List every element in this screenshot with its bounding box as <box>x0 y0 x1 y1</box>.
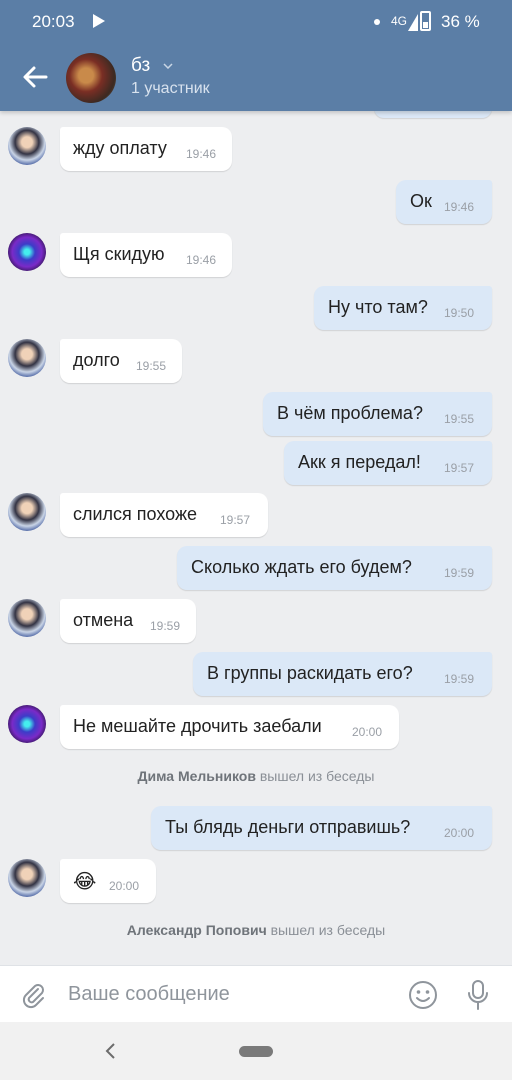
message-text: Щя скидую <box>73 244 165 264</box>
notification-dot-icon <box>374 19 380 25</box>
message-composer: Ваше сообщение <box>0 965 512 1023</box>
message-text: отмена <box>73 610 134 630</box>
chat-header: 20:03 4G 36 % бз 1 участник <box>0 0 512 111</box>
message-bubble-incoming[interactable]: жду оплату 19:46 <box>60 127 232 171</box>
system-event: Александр Попович вышел из беседы <box>0 922 512 938</box>
message-bubble-outgoing[interactable]: Ок 19:46 <box>396 180 492 224</box>
message-time: 19:50 <box>444 306 475 320</box>
message-input[interactable]: Ваше сообщение <box>68 983 230 1006</box>
sender-avatar[interactable] <box>8 705 46 743</box>
sender-avatar[interactable] <box>8 493 46 531</box>
message-bubble-incoming[interactable]: Щя скидую 19:46 <box>60 233 232 277</box>
chat-title[interactable]: бз <box>131 55 173 77</box>
message-bubble-outgoing[interactable]: В чём проблема? 19:55 <box>263 392 492 436</box>
message-text: В группы раскидать его? <box>207 663 413 683</box>
chat-members-count: 1 участник <box>131 80 210 97</box>
nav-back-icon[interactable] <box>104 1042 116 1060</box>
system-navigation-bar <box>0 1022 512 1080</box>
message-text: жду оплату <box>73 138 167 158</box>
message-text: Ок <box>410 191 432 211</box>
message-bubble-incoming[interactable]: слился похоже 19:57 <box>60 493 268 537</box>
message-time: 20:00 <box>352 725 383 739</box>
battery-percent: 36 % <box>441 12 480 31</box>
system-event: Дима Мельников вышел из беседы <box>0 768 512 784</box>
message-time: 19:46 <box>444 200 475 214</box>
back-arrow-icon[interactable] <box>20 62 50 92</box>
sender-avatar[interactable] <box>8 859 46 897</box>
attach-clip-icon[interactable] <box>20 981 48 1009</box>
message-bubble-outgoing[interactable]: Сколько ждать его будем? 19:59 <box>177 546 492 590</box>
sender-avatar[interactable] <box>8 339 46 377</box>
message-text: слился похоже <box>73 504 198 524</box>
message-bubble-outgoing[interactable]: Ну что там? 19:50 <box>314 286 492 330</box>
message-text: долго <box>73 350 120 370</box>
system-event-action: вышел из беседы <box>270 922 386 938</box>
message-bubble-incoming[interactable]: долго 19:55 <box>60 339 182 383</box>
message-text: Ты блядь деньги отправишь? <box>165 817 411 837</box>
message-time: 19:59 <box>444 566 475 580</box>
microphone-icon[interactable] <box>466 979 490 1011</box>
message-time: 19:57 <box>444 461 475 475</box>
system-event-name: Дима Мельников <box>137 768 256 784</box>
message-time: 19:59 <box>150 619 181 633</box>
status-time: 20:03 <box>32 12 75 31</box>
system-event-action: вышел из беседы <box>259 768 375 784</box>
message-bubble-incoming[interactable]: 😂 20:00 <box>60 859 156 903</box>
message-time: 19:55 <box>444 412 475 426</box>
chevron-down-icon <box>163 63 173 69</box>
message-text: 😂 <box>73 871 97 893</box>
message-bubble-incoming[interactable]: Не мешайте дрочить заебали 20:00 <box>60 705 399 749</box>
message-time: 19:46 <box>186 253 217 267</box>
sender-avatar[interactable] <box>8 233 46 271</box>
message-time: 19:59 <box>444 672 475 686</box>
message-time: 20:00 <box>109 879 140 893</box>
message-list[interactable]: жду оплату 19:46 Ок 19:46 Щя скидую 19:4… <box>0 0 512 965</box>
chat-title-text: бз <box>131 55 151 76</box>
status-bar: 20:03 4G 36 % <box>0 0 512 44</box>
message-bubble-outgoing[interactable]: Ты блядь деньги отправишь? 20:00 <box>151 806 492 850</box>
battery-icon <box>420 11 431 31</box>
message-time: 20:00 <box>444 826 475 840</box>
message-text: Не мешайте дрочить заебали <box>73 716 322 736</box>
nav-home-pill[interactable] <box>239 1046 273 1057</box>
message-time: 19:55 <box>136 359 167 373</box>
chat-avatar[interactable] <box>66 53 116 103</box>
message-text: В чём проблема? <box>277 403 423 423</box>
network-type: 4G <box>391 14 408 28</box>
message-bubble-incoming[interactable]: отмена 19:59 <box>60 599 196 643</box>
message-text: Акк я передал! <box>298 452 421 472</box>
message-time: 19:46 <box>186 147 217 161</box>
message-bubble-outgoing[interactable]: В группы раскидать его? 19:59 <box>193 652 492 696</box>
message-time: 19:57 <box>220 513 251 527</box>
message-text: Ну что там? <box>328 297 428 317</box>
media-play-icon <box>93 14 105 28</box>
emoji-smile-icon[interactable] <box>408 980 438 1010</box>
message-text: Сколько ждать его будем? <box>191 557 412 577</box>
system-event-name: Александр Попович <box>126 922 267 938</box>
sender-avatar[interactable] <box>8 599 46 637</box>
sender-avatar[interactable] <box>8 127 46 165</box>
message-bubble-outgoing[interactable]: Акк я передал! 19:57 <box>284 441 492 485</box>
